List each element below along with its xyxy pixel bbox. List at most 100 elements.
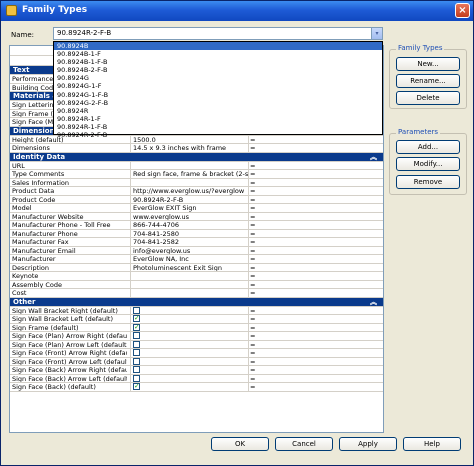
parameter-value[interactable] [130,289,248,297]
parameter-formula[interactable]: = [248,195,260,204]
parameter-value[interactable]: info@everglow.us [130,246,248,255]
parameter-formula[interactable]: = [248,383,260,391]
dropdown-item[interactable]: 90.8924B-1-F-B [54,58,382,66]
parameter-checkbox[interactable] [133,374,140,382]
ok-button[interactable]: OK [211,437,269,451]
help-button[interactable]: Help [403,437,461,451]
parameter-value[interactable]: 866-744-4706 [130,221,248,229]
parameter-formula[interactable]: = [248,170,260,178]
parameter-row[interactable]: Product Code 90.8924R-2-F-B = [10,195,383,204]
parameter-formula[interactable]: = [248,238,260,246]
parameter-formula[interactable]: = [248,306,260,315]
parameter-formula[interactable]: = [248,366,260,374]
parameter-checkbox[interactable] [133,332,140,339]
parameter-row[interactable]: Manufacturer Phone 704-841-2580 = [10,229,383,238]
parameter-formula[interactable]: = [248,255,260,263]
dropdown-item[interactable]: 90.8924R-1-F [54,115,382,123]
parameter-row[interactable]: Sales Information = [10,178,383,187]
parameter-formula[interactable]: = [248,187,260,195]
parameter-row[interactable]: Description Photoluminescent Exit Sign = [10,263,383,272]
parameter-formula[interactable]: = [248,246,260,255]
parameter-row[interactable]: Sign Wall Bracket Right (default) = [10,306,383,315]
parameter-row[interactable]: URL = [10,161,383,170]
parameter-row[interactable]: Keynote = [10,272,383,281]
parameter-checkbox[interactable] [133,306,140,314]
parameter-formula[interactable]: = [248,144,260,152]
parameter-formula[interactable]: = [248,229,260,238]
parameter-formula[interactable]: = [248,323,260,332]
parameter-formula[interactable]: = [248,212,260,221]
parameter-row[interactable]: Sign Face (Back) Arrow Left (default) = [10,374,383,383]
parameter-formula[interactable]: = [248,289,260,297]
parameter-row[interactable]: Sign Face (Plan) Arrow Left (default) = [10,340,383,349]
dropdown-item[interactable]: 90.8924R [54,107,382,115]
parameter-value[interactable]: Photoluminescent Exit Sign [130,263,248,272]
parameter-formula[interactable]: = [248,204,260,212]
add-parameter-button[interactable]: Add... [396,140,460,154]
dropdown-item[interactable]: 90.8924G-2-F-B [54,99,382,107]
name-dropdown-list[interactable]: 90.8924B 90.8924B-1-F 90.8924B-1-F-B 90.892… [53,41,383,139]
parameter-row[interactable]: Sign Wall Bracket Left (default) = [10,315,383,324]
parameter-row[interactable]: Sign Face (Plan) Arrow Right (default) = [10,332,383,341]
parameter-row[interactable]: Sign Face (Front) Arrow Left (default) = [10,357,383,366]
parameter-row[interactable]: Manufacturer Fax 704-841-2582 = [10,238,383,247]
parameter-checkbox[interactable] [133,323,140,331]
dropdown-item[interactable]: 90.8924B-1-F [54,50,382,58]
parameter-row[interactable]: Manufacturer EverGlow NA, Inc = [10,255,383,264]
parameter-value[interactable]: 90.8924R-2-F-B [130,195,248,204]
chevron-down-icon[interactable]: ▾ [371,28,382,39]
parameter-value[interactable]: 704-841-2580 [130,229,248,238]
new-type-button[interactable]: New... [396,57,460,71]
parameter-value[interactable]: www.everglow.us [130,212,248,221]
parameter-value[interactable]: 14.5 x 9.3 inches with frame [130,144,248,152]
parameter-formula[interactable]: = [248,178,260,187]
parameter-row[interactable]: Model EverGlow EXIT Sign = [10,204,383,213]
apply-button[interactable]: Apply [339,437,397,451]
parameter-row[interactable]: Sign Face (Front) Arrow Right (default) = [10,349,383,358]
parameter-formula[interactable]: = [248,374,260,383]
parameter-row[interactable]: Product Data http://www.everglow.us/?ever… [10,187,383,196]
parameter-formula[interactable]: = [248,221,260,229]
collapse-icon[interactable]: ︽ [370,298,377,307]
parameter-row[interactable]: Manufacturer Phone - Toll Free 866-744-47… [10,221,383,230]
parameter-value[interactable] [130,178,248,187]
title-bar[interactable]: Family Types × [1,1,473,21]
dropdown-item[interactable]: 90.8924R-2-F-B [54,131,382,139]
dropdown-item[interactable]: 90.8924R-1-F-B [54,123,382,131]
rename-type-button[interactable]: Rename... [396,74,460,88]
dropdown-item[interactable]: 90.8924G-1-F-B [54,91,382,99]
parameter-value[interactable] [130,272,248,280]
parameter-checkbox[interactable] [133,340,140,348]
delete-type-button[interactable]: Delete [396,91,460,105]
parameter-row[interactable]: Assembly Code = [10,280,383,289]
parameter-checkbox[interactable] [133,349,140,356]
parameter-value[interactable]: http://www.everglow.us/?everglow [130,187,248,195]
parameter-formula[interactable]: = [248,332,260,340]
parameter-formula[interactable]: = [248,349,260,357]
parameter-checkbox[interactable] [133,357,140,365]
parameter-value[interactable] [130,161,248,170]
parameter-checkbox[interactable] [133,383,140,390]
parameter-checkbox[interactable] [133,315,140,322]
section-other[interactable]: Other ︽ [10,297,383,307]
parameter-row[interactable]: Sign Face (Back) Arrow Right (default) = [10,366,383,375]
close-button[interactable]: × [455,3,470,18]
name-combobox[interactable]: 90.8924R-2-F-B ▾ [53,27,383,40]
parameter-formula[interactable]: = [248,272,260,280]
dropdown-item[interactable]: 90.8924B-2-F-B [54,66,382,74]
dropdown-item[interactable]: 90.8924B [54,42,382,51]
parameter-formula[interactable]: = [248,263,260,272]
collapse-icon[interactable]: ︽ [370,153,377,162]
dropdown-item[interactable]: 90.8924G-1-F [54,82,382,90]
parameter-row[interactable]: Manufacturer Website www.everglow.us = [10,212,383,221]
parameter-row[interactable]: Sign Frame (default) = [10,323,383,332]
parameter-value[interactable]: EverGlow NA, Inc [130,255,248,263]
parameter-row[interactable]: Manufacturer Email info@everglow.us = [10,246,383,255]
parameter-formula[interactable]: = [248,161,260,170]
dropdown-item[interactable]: 90.8924G [54,74,382,82]
parameter-formula[interactable]: = [248,340,260,349]
parameter-checkbox[interactable] [133,366,140,373]
parameter-value[interactable]: 704-841-2582 [130,238,248,246]
parameter-row[interactable]: Dimensions 14.5 x 9.3 inches with frame = [10,144,383,153]
parameter-row[interactable]: Type Comments Red sign face, frame & brac… [10,170,383,179]
